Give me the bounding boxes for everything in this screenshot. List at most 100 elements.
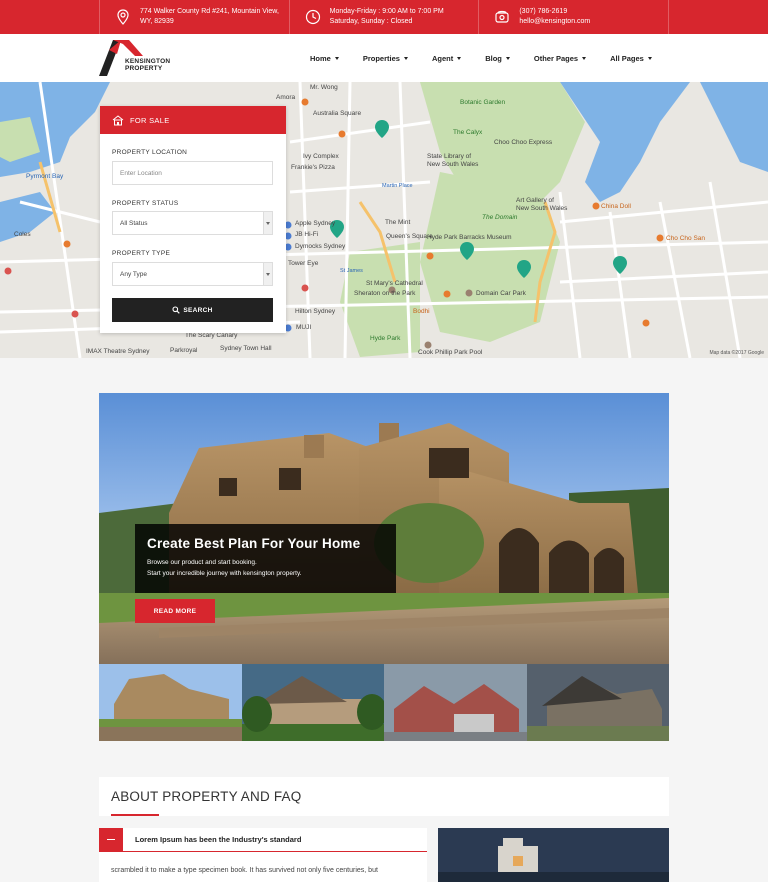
map-label: New South Wales — [427, 161, 479, 168]
hero-subtitle-line-2: Start your incredible journey with kensi… — [147, 570, 302, 577]
hours-weekday: Monday-Friday : 9:00 AM to 7:00 PM — [329, 8, 444, 15]
chevron-down-icon — [263, 212, 272, 234]
type-select[interactable]: Any Type — [112, 262, 273, 286]
hero-slider: Create Best Plan For Your Home Browse ou… — [99, 393, 669, 664]
map-label: Ivy Complex — [303, 153, 339, 160]
chevron-down-icon — [505, 56, 510, 60]
thumbnail-4[interactable] — [526, 664, 669, 741]
faq-body: scrambled it to make a type specimen boo… — [111, 867, 378, 874]
map-label: The Domain — [482, 214, 518, 221]
map-label: Choo Choo Express — [494, 139, 553, 146]
type-label: PROPERTY TYPE — [112, 250, 171, 257]
nav-home[interactable]: Home — [310, 54, 339, 63]
hero-title: Create Best Plan For Your Home — [147, 536, 361, 551]
map-label: New South Wales — [516, 205, 568, 212]
clock-icon — [305, 9, 320, 25]
map-label: State Library of — [427, 153, 472, 160]
map-label: China Doll — [601, 203, 631, 210]
map-label: Pyrmont Bay — [26, 173, 64, 180]
search-button-label: SEARCH — [183, 306, 213, 314]
search-icon — [172, 306, 181, 314]
brand-line-1: KENSINGTON — [125, 58, 171, 65]
map-label: Mr. Wong — [310, 84, 338, 91]
location-input[interactable]: Enter Location — [112, 161, 273, 185]
email-address[interactable]: hello@kensington.com — [519, 17, 590, 27]
read-more-button[interactable]: READ MORE — [135, 599, 215, 623]
read-more-label: READ MORE — [153, 607, 197, 615]
hours-info: Monday-Friday : 9:00 AM to 7:00 PM Satur… — [288, 0, 479, 34]
nav-agent-label: Agent — [431, 53, 454, 63]
map-label: Amora — [276, 94, 296, 101]
property-search-panel: FOR SALE PROPERTY LOCATION Enter Locatio… — [100, 106, 286, 333]
chevron-down-icon — [457, 56, 462, 60]
search-button[interactable]: SEARCH — [112, 298, 273, 322]
brand-name: KENSINGTON PROPERTY — [125, 58, 170, 72]
phone-icon — [495, 10, 509, 23]
map-pin-icon — [117, 9, 129, 25]
map-credit: Map data ©2017 Google — [709, 350, 764, 356]
map-label: Coles — [14, 231, 31, 238]
map-label: The Scary Canary — [185, 332, 238, 339]
phone-number[interactable]: (307) 786-2619 — [519, 7, 590, 17]
map-label: Sydney Town Hall — [220, 345, 272, 352]
map-label: JB Hi-Fi — [295, 231, 319, 238]
status-label: PROPERTY STATUS — [112, 200, 179, 207]
faq-header[interactable]: Lorem Ipsum has been the Industry's stan… — [99, 827, 427, 852]
address-line-2: WY, 82939 — [140, 18, 174, 25]
chevron-down-icon — [647, 56, 652, 60]
map-label: MUJI — [296, 324, 312, 331]
faq-accordion-item: Lorem Ipsum has been the Industry's stan… — [99, 827, 427, 882]
map-label: Cook Phillip Park Pool — [418, 349, 483, 356]
status-select[interactable]: All Status — [112, 211, 273, 235]
hero-caption: Create Best Plan For Your Home Browse ou… — [135, 524, 396, 593]
chevron-down-icon — [334, 56, 339, 60]
map-label: Bodhi — [413, 308, 430, 315]
map-label: St Mary's Cathedral — [366, 280, 423, 287]
brand-line-2: PROPERTY — [125, 65, 163, 72]
brand-logo[interactable]: KENSINGTON PROPERTY — [99, 40, 179, 76]
thumbnail-2[interactable] — [241, 664, 384, 741]
nav-blog[interactable]: Blog — [485, 54, 510, 63]
map-label: Queen's Square — [386, 233, 433, 240]
search-panel-header: FOR SALE — [100, 106, 286, 134]
nav-home-label: Home — [310, 53, 331, 63]
map-label: The Calyx — [453, 129, 483, 136]
status-value: All Status — [120, 219, 148, 227]
map-label: St James — [340, 268, 363, 274]
thumbnail-3[interactable] — [384, 664, 527, 741]
map-label: Martin Place — [382, 183, 413, 189]
nav-other-pages[interactable]: Other Pages — [533, 53, 587, 63]
nav-all-pages[interactable]: All Pages — [610, 54, 652, 63]
nav-properties-label: Properties — [362, 53, 400, 63]
hours-weekend: Saturday, Sunday : Closed — [329, 18, 413, 25]
chevron-down-icon — [403, 56, 408, 60]
map-label: Hyde Park Barracks Museum — [427, 234, 512, 241]
address-line-1: 774 Walker County Rd #241, Mountain View… — [140, 8, 279, 15]
map-label: Tower Eye — [288, 260, 319, 267]
map-label: Hyde Park — [370, 335, 401, 342]
thumbnail-1[interactable] — [99, 664, 242, 741]
minus-icon[interactable] — [99, 827, 123, 852]
chevron-down-icon — [582, 56, 587, 60]
about-section-header: ABOUT PROPERTY AND FAQ — [99, 777, 669, 816]
nav-other-pages-label: Other Pages — [533, 53, 579, 63]
location-placeholder: Enter Location — [120, 169, 162, 177]
hero-subtitle: Browse our product and start booking. St… — [147, 557, 384, 579]
map-label: Parkroyal — [170, 347, 198, 354]
map-label: Domain Car Park — [476, 290, 526, 297]
about-photo — [438, 828, 669, 882]
map-label: Australia Square — [313, 110, 362, 117]
nav-properties[interactable]: Properties — [363, 54, 408, 63]
main-navbar: KENSINGTON PROPERTY Home Properties Agen… — [0, 34, 768, 82]
map-label: Hilton Sydney — [295, 308, 336, 315]
chevron-down-icon — [263, 263, 272, 285]
hero-subtitle-line-1: Browse our product and start booking. — [147, 559, 257, 566]
main-nav: Home Properties Agent Blog Other Pages A… — [310, 34, 676, 82]
map-label: Apple Sydney — [295, 220, 336, 227]
location-label: PROPERTY LOCATION — [112, 149, 188, 156]
about-title: ABOUT PROPERTY AND FAQ — [111, 789, 302, 804]
search-panel-title: FOR SALE — [130, 115, 170, 125]
contact-info: (307) 786-2619 hello@kensington.com — [478, 0, 670, 34]
address-info: 774 Walker County Rd #241, Mountain View… — [99, 0, 289, 34]
nav-agent[interactable]: Agent — [431, 53, 462, 63]
